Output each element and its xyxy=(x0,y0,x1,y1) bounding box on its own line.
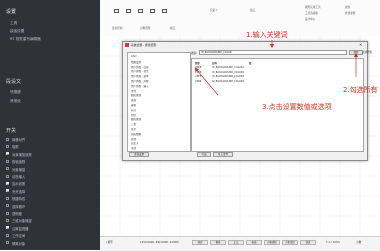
units-decimal[interactable]: 小数 xyxy=(356,239,361,247)
model-tab[interactable]: Ⅰ 模型 xyxy=(106,239,113,247)
annotation-layer xyxy=(194,40,359,96)
status-toggle[interactable]: 捕捉 xyxy=(192,240,208,245)
status-bar: Ⅰ 模型 1250.0000, 892.0000, 0.0000 捕捉 栅格 正交极… xyxy=(100,236,380,251)
coordinates: 1250.0000, 892.0000, 0.0000 xyxy=(140,241,179,244)
status-toggle[interactable]: 栅格 xyxy=(210,240,226,245)
status-toggle[interactable]: 极轴 xyxy=(246,240,262,245)
status-toggle[interactable]: 对象追踪 xyxy=(282,240,298,245)
arrow-step3 xyxy=(194,67,219,96)
annotation-step2: 2.勾选所有 xyxy=(343,86,378,94)
annotation-step3: 3.点击设置数值或选项 xyxy=(262,103,332,111)
status-toggle[interactable]: 对象捕捉 xyxy=(264,240,280,245)
zoom-level[interactable]: 1:1 / 100% xyxy=(326,239,340,247)
status-toggle[interactable]: 线宽 xyxy=(300,240,316,245)
annotation-step1: 1.输入关键词 xyxy=(246,31,288,39)
status-toggle[interactable]: 正交 xyxy=(228,240,244,245)
